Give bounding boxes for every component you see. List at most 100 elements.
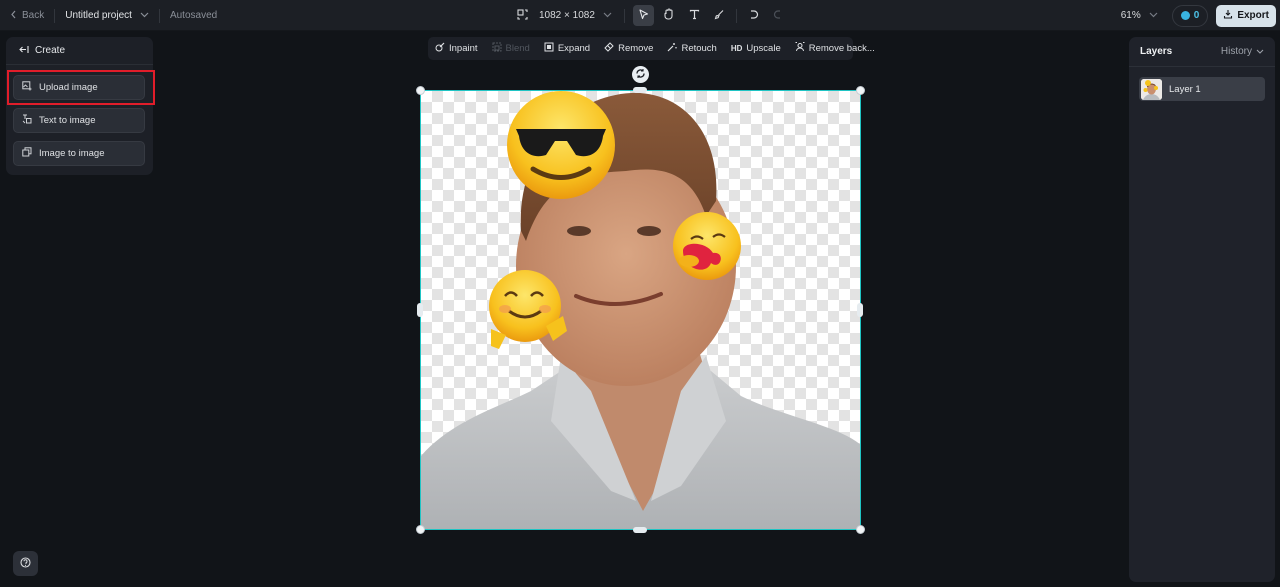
resize-handle-bottom-right[interactable] [856,525,865,534]
save-status: Autosaved [169,10,218,21]
top-bar-left: Back Untitled project Autosaved [10,0,217,31]
edit-toolbar: Inpaint Blend Expand Remove Retouch HD U… [428,37,875,60]
hd-icon: HD [730,44,743,53]
back-button[interactable]: Back [10,10,44,22]
remove-label: Remove [618,43,654,54]
chevron-down-icon [140,10,149,21]
credits-button[interactable]: 0 [1171,4,1209,27]
divider [623,8,625,23]
resize-handle-bottom[interactable] [633,527,647,533]
expand-button[interactable]: Expand [544,42,590,55]
inpaint-button[interactable]: Inpaint [435,42,478,55]
care-emoji [673,212,741,280]
canvas-image-layer[interactable] [420,90,861,530]
resize-handle-left[interactable] [417,303,423,317]
create-panel: Create Upload image Text to image Image … [6,37,153,175]
image-to-image-icon [22,147,32,160]
brush-tool-button[interactable] [709,5,730,26]
text-to-image-icon [22,114,32,127]
layer-thumbnail [1141,78,1162,100]
rotate-icon [635,66,646,84]
chevron-down-icon [603,10,612,21]
top-bar-right: 61% 0 Export [1121,0,1276,31]
blend-label: Blend [505,43,530,54]
project-name-dropdown[interactable]: Untitled project [65,10,149,21]
top-bar: Back Untitled project Autosaved 1082 × 1… [0,0,1280,31]
back-label: Back [22,10,45,21]
magic-wand-icon [667,42,678,55]
collapse-left-icon [19,45,29,57]
credits-count: 0 [1193,10,1200,21]
history-dropdown[interactable]: History [1221,46,1264,57]
retouch-label: Retouch [681,43,717,54]
remove-background-label: Remove back... [808,43,875,54]
blend-button[interactable]: Blend [492,42,530,55]
inpaint-icon [435,42,445,55]
remove-button[interactable]: Remove [604,42,653,55]
expand-label: Expand [557,43,591,54]
layer-name: Layer 1 [1169,83,1201,95]
layers-panel: Layers History Layer 1 [1129,37,1275,582]
credit-coin-icon [1180,11,1190,20]
text-icon [689,9,700,23]
inpaint-label: Inpaint [449,43,478,54]
brush-icon [714,9,725,23]
select-tool-button[interactable] [632,5,654,26]
export-label: Export [1237,10,1269,21]
top-bar-tools: 1082 × 1082 [512,0,788,31]
download-icon [1223,9,1233,22]
expand-icon [544,42,554,55]
chevron-down-icon [1149,10,1158,21]
text-tool-button[interactable] [684,5,705,26]
layer-item[interactable]: Layer 1 [1139,77,1265,101]
sunglasses-emoji [507,91,615,199]
upscale-label: Upscale [746,43,781,54]
resize-handle-bottom-left[interactable] [416,525,425,534]
divider [54,8,56,23]
divider [735,8,737,23]
zoom-dropdown[interactable]: 61% [1121,10,1158,21]
portrait-image [421,91,860,529]
divider [158,8,160,23]
resize-handle-right[interactable] [857,303,863,317]
image-to-image-button[interactable]: Image to image [13,141,145,166]
create-panel-title: Create [35,45,66,56]
hand-icon [663,8,674,23]
blend-icon [492,42,502,55]
retouch-button[interactable]: Retouch [667,42,717,55]
history-label: History [1220,46,1252,57]
resize-handle-top[interactable] [633,87,647,93]
project-name: Untitled project [65,10,132,21]
undo-icon [748,9,759,23]
resize-icon [517,8,528,23]
undo-button[interactable] [743,5,764,26]
layers-title: Layers [1140,46,1173,57]
help-icon [20,555,31,573]
hand-tool-button[interactable] [658,5,679,26]
export-button[interactable]: Export [1216,4,1276,27]
image-to-image-label: Image to image [39,148,105,159]
highlight-box [7,70,155,105]
rotate-handle[interactable] [632,66,649,83]
upscale-button[interactable]: HD Upscale [731,43,781,54]
redo-button[interactable] [767,5,788,26]
canvas-size: 1082 × 1082 [539,10,595,21]
zoom-level: 61% [1120,10,1141,21]
redo-icon [772,9,783,23]
resize-handle-top-left[interactable] [416,86,425,95]
chevron-down-icon [1256,46,1264,57]
resize-button[interactable] [512,5,533,26]
right-eye [637,226,661,236]
remove-background-button[interactable]: Remove back... [795,42,875,55]
left-eye [567,226,591,236]
text-to-image-label: Text to image [39,115,96,126]
layers-panel-header: Layers History [1129,37,1275,67]
canvas-size-dropdown[interactable]: 1082 × 1082 [539,10,612,21]
cursor-icon [638,8,649,23]
text-to-image-button[interactable]: Text to image [13,108,145,133]
eraser-icon [604,42,614,55]
resize-handle-top-right[interactable] [856,86,865,95]
chevron-left-icon [10,10,17,22]
help-button[interactable] [13,551,38,576]
create-panel-header[interactable]: Create [6,37,153,65]
